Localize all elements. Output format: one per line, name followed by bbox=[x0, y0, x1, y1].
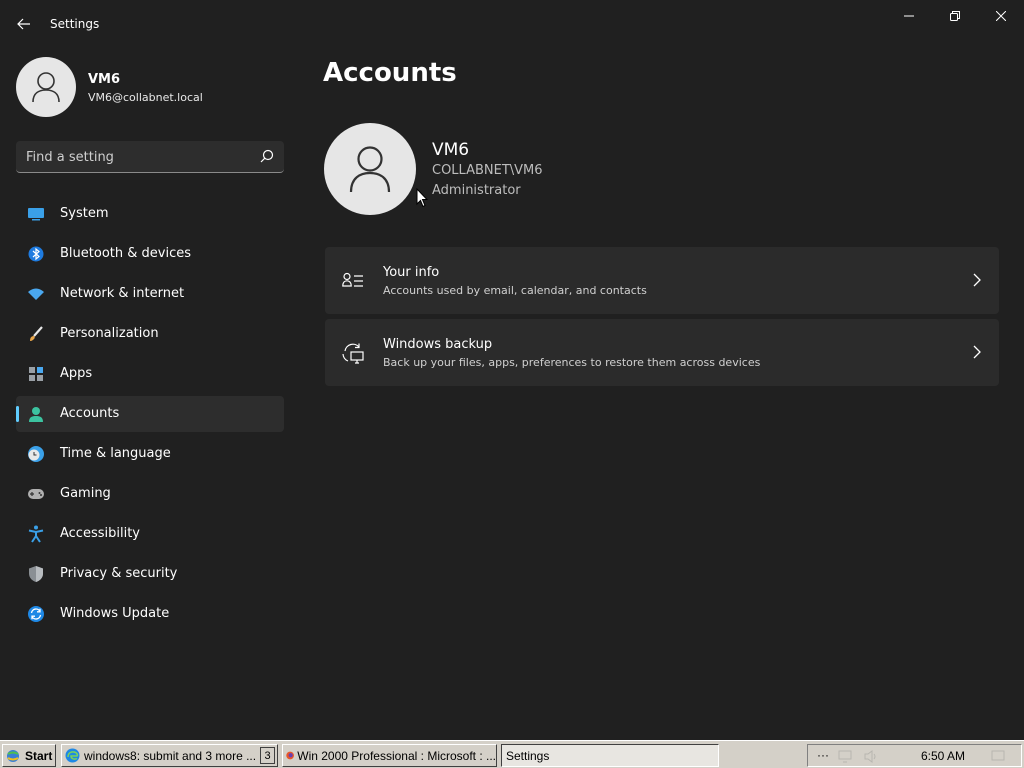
accounts-icon bbox=[27, 405, 45, 423]
sidebar-item-windows-update[interactable]: Windows Update bbox=[16, 596, 284, 632]
sidebar-item-network[interactable]: Network & internet bbox=[16, 276, 284, 312]
page-title: Accounts bbox=[323, 58, 457, 88]
sidebar-item-system[interactable]: System bbox=[16, 196, 284, 232]
taskbar-settings-button[interactable]: Settings bbox=[501, 744, 719, 767]
sidebar-item-gaming[interactable]: Gaming bbox=[16, 476, 284, 512]
chevron-right-icon bbox=[973, 345, 981, 359]
app-title: Settings bbox=[50, 17, 100, 31]
sidebar-item-accounts[interactable]: Accounts bbox=[16, 396, 284, 432]
bluetooth-icon bbox=[27, 245, 45, 263]
shield-icon bbox=[27, 565, 45, 583]
sidebar-item-label: Gaming bbox=[60, 486, 111, 501]
sidebar-item-bluetooth[interactable]: Bluetooth & devices bbox=[16, 236, 284, 272]
sidebar-item-label: Bluetooth & devices bbox=[60, 246, 191, 261]
sidebar-item-apps[interactable]: Apps bbox=[16, 356, 284, 392]
person-icon bbox=[349, 146, 391, 193]
taskbar-firefox-button[interactable]: Win 2000 Professional : Microsoft : ... bbox=[282, 744, 497, 767]
person-icon bbox=[32, 72, 60, 103]
taskbar-window-count: 3 bbox=[260, 747, 275, 764]
sidebar-item-label: Windows Update bbox=[60, 606, 170, 621]
account-role: Administrator bbox=[432, 183, 521, 198]
back-button[interactable] bbox=[10, 10, 38, 38]
sidebar-nav: System Bluetooth & devices Network & int… bbox=[16, 196, 284, 636]
sidebar-item-time-language[interactable]: Time & language bbox=[16, 436, 284, 472]
sidebar-item-label: Privacy & security bbox=[60, 566, 178, 581]
system-icon bbox=[27, 205, 45, 223]
volume-tray-icon[interactable] bbox=[864, 750, 878, 763]
taskbar: Start windows8: submit and 3 more ... 3 … bbox=[0, 740, 1024, 768]
profile-email: VM6@collabnet.local bbox=[88, 91, 203, 104]
sidebar-item-label: Accounts bbox=[60, 406, 120, 421]
search-box[interactable] bbox=[16, 141, 284, 173]
start-label: Start bbox=[25, 748, 53, 763]
card-title: Windows backup bbox=[383, 337, 493, 352]
chevron-right-icon bbox=[973, 273, 981, 287]
sidebar-item-label: Time & language bbox=[60, 446, 171, 461]
search-icon[interactable] bbox=[260, 149, 274, 163]
sidebar-item-label: System bbox=[60, 206, 109, 221]
restore-button[interactable] bbox=[932, 0, 978, 32]
sidebar-profile[interactable]: VM6 VM6@collabnet.local bbox=[16, 56, 286, 118]
search-input[interactable] bbox=[26, 148, 246, 166]
taskbar-edge-label: windows8: submit and 3 more ... bbox=[84, 748, 257, 763]
sidebar-item-label: Accessibility bbox=[60, 526, 140, 541]
brush-icon bbox=[27, 325, 45, 343]
gamepad-icon bbox=[27, 485, 45, 503]
sidebar-item-privacy-security[interactable]: Privacy & security bbox=[16, 556, 284, 592]
restore-icon bbox=[950, 11, 960, 21]
taskbar-edge-button[interactable]: windows8: submit and 3 more ... 3 bbox=[61, 744, 278, 767]
avatar bbox=[16, 57, 76, 117]
windows-logo-icon bbox=[7, 749, 19, 762]
account-avatar[interactable] bbox=[324, 123, 416, 215]
backup-sync-icon bbox=[342, 342, 364, 364]
apps-icon bbox=[27, 365, 45, 383]
edge-browser-icon bbox=[65, 748, 80, 763]
sidebar-item-accessibility[interactable]: Accessibility bbox=[16, 516, 284, 552]
wifi-icon bbox=[27, 285, 45, 303]
notification-tray-icon[interactable] bbox=[991, 750, 1005, 763]
sidebar-item-personalization[interactable]: Personalization bbox=[16, 316, 284, 352]
arrow-left-icon bbox=[17, 18, 30, 30]
update-icon bbox=[27, 605, 45, 623]
profile-name: VM6 bbox=[88, 72, 121, 87]
card-title: Your info bbox=[383, 265, 440, 280]
account-name: VM6 bbox=[432, 140, 470, 160]
network-tray-icon[interactable] bbox=[838, 750, 852, 763]
tray-clock[interactable]: 6:50 AM bbox=[921, 749, 965, 763]
title-bar: Settings bbox=[0, 0, 1024, 48]
sidebar-item-label: Personalization bbox=[60, 326, 159, 341]
contact-card-icon bbox=[342, 270, 364, 292]
sidebar-item-label: Apps bbox=[60, 366, 93, 381]
taskbar-settings-label: Settings bbox=[506, 748, 550, 763]
sidebar-item-label: Network & internet bbox=[60, 286, 185, 301]
card-description: Back up your files, apps, preferences to… bbox=[383, 356, 761, 369]
windows-backup-card[interactable]: Windows backup Back up your files, apps,… bbox=[325, 319, 999, 386]
mouse-cursor-icon bbox=[416, 188, 428, 208]
tray-overflow-button[interactable]: ··· bbox=[817, 748, 829, 762]
taskbar-firefox-label: Win 2000 Professional : Microsoft : ... bbox=[297, 748, 496, 763]
start-button[interactable]: Start bbox=[2, 744, 56, 767]
system-tray: ··· 6:50 AM bbox=[807, 744, 1022, 767]
account-domain: COLLABNET\VM6 bbox=[432, 163, 543, 178]
clock-globe-icon bbox=[27, 445, 45, 463]
accessibility-icon bbox=[27, 525, 45, 543]
close-button[interactable] bbox=[978, 0, 1024, 32]
close-icon bbox=[996, 11, 1006, 21]
your-info-card[interactable]: Your info Accounts used by email, calend… bbox=[325, 247, 999, 314]
card-description: Accounts used by email, calendar, and co… bbox=[383, 284, 647, 297]
minimize-button[interactable] bbox=[886, 0, 932, 32]
minimize-icon bbox=[904, 15, 914, 17]
firefox-icon bbox=[286, 751, 294, 760]
